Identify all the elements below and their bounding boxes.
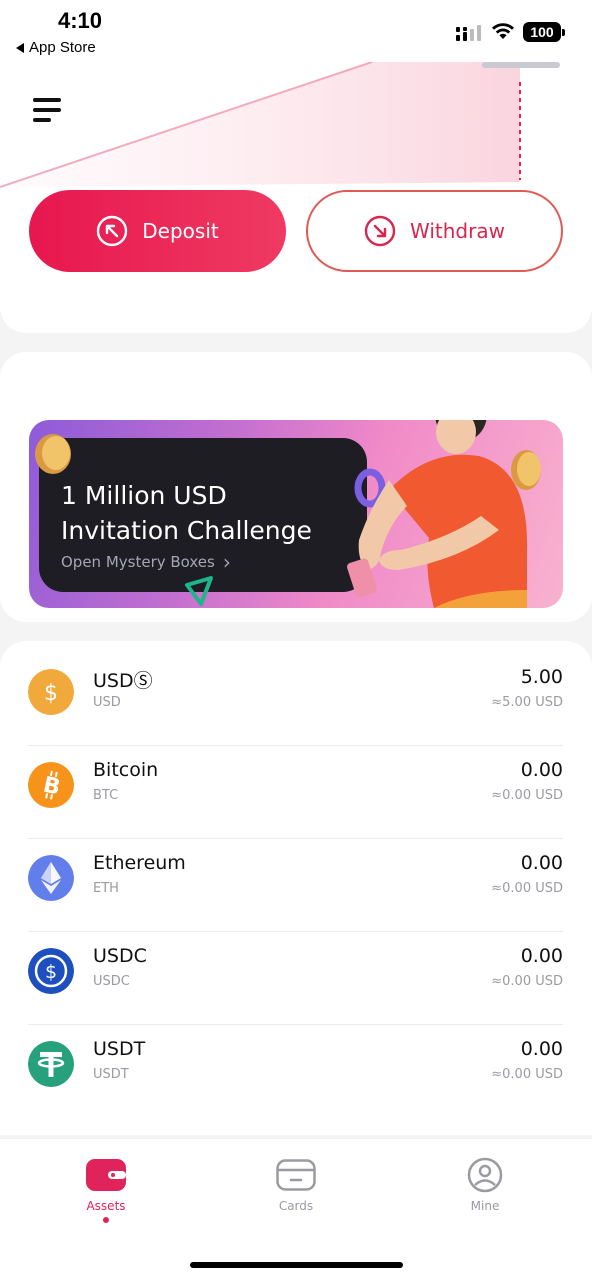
asset-row-usdt[interactable]: USDT USDT 0.00 ≈0.00 USD [28, 1025, 563, 1118]
asset-row-usd[interactable]: $ USDⓈ USD 5.00 ≈5.00 USD [28, 653, 563, 746]
deposit-label: Deposit [142, 219, 219, 243]
home-indicator[interactable] [190, 1262, 403, 1268]
promo-card: 1 Million USD Invitation Challenge Open … [0, 352, 592, 622]
asset-amount: 0.00 [520, 1038, 563, 1060]
asset-amount: 0.00 [520, 759, 563, 781]
tab-label: Mine [470, 1199, 500, 1213]
back-arrow-icon [16, 42, 24, 53]
deposit-button[interactable]: Deposit [29, 190, 286, 272]
bottom-tab-bar: Assets Cards Mine [0, 1138, 592, 1280]
withdraw-label: Withdraw [410, 219, 505, 243]
profile-icon [467, 1157, 503, 1193]
tab-mine[interactable]: Mine [425, 1157, 545, 1237]
promo-subtitle: Open Mystery Boxes [61, 553, 215, 571]
asset-usd-value: ≈0.00 USD [491, 1067, 563, 1082]
asset-name: USDT [93, 1038, 146, 1060]
battery-indicator: 100 [523, 22, 565, 42]
asset-row-usdc[interactable]: $ USDC USDC 0.00 ≈0.00 USD [28, 932, 563, 1025]
status-bar: 4:10 App Store 100 [0, 0, 592, 62]
asset-name: USDC [93, 945, 147, 967]
wallet-icon [86, 1159, 126, 1191]
asset-amount: 0.00 [520, 945, 563, 967]
invitation-banner[interactable]: 1 Million USD Invitation Challenge Open … [29, 420, 563, 608]
asset-ticker: ETH [93, 881, 119, 896]
assets-list: $ USDⓈ USD 5.00 ≈5.00 USD B Bitcoin BTC … [0, 641, 592, 1135]
asset-row-ethereum[interactable]: Ethereum ETH 0.00 ≈0.00 USD [28, 839, 563, 932]
cellular-signal-icon [456, 25, 481, 41]
svg-text:$: $ [44, 681, 58, 706]
withdraw-button[interactable]: Withdraw [306, 190, 563, 272]
asset-usd-value: ≈0.00 USD [491, 788, 563, 803]
usd-icon: $ [28, 669, 74, 715]
asset-ticker: USD [93, 695, 121, 710]
promo-title: 1 Million USD Invitation Challenge [61, 481, 312, 545]
chevron-right-icon: › [222, 550, 231, 574]
asset-amount: 0.00 [520, 852, 563, 874]
hamburger-menu-icon[interactable] [33, 98, 61, 124]
back-app-label: App Store [29, 39, 96, 56]
withdraw-arrow-icon [364, 215, 396, 247]
card-icon [276, 1159, 316, 1191]
usdc-icon: $ [28, 948, 74, 994]
tether-icon [28, 1041, 74, 1087]
wifi-icon [492, 23, 514, 39]
asset-name: Ethereum [93, 852, 186, 874]
active-indicator [103, 1217, 109, 1223]
deposit-arrow-icon [97, 215, 128, 247]
asset-usd-value: ≈0.00 USD [491, 881, 563, 896]
bitcoin-icon: B [28, 762, 74, 808]
asset-usd-value: ≈0.00 USD [491, 974, 563, 989]
balance-card: Deposit Withdraw [0, 62, 592, 333]
asset-amount: 5.00 [520, 666, 563, 688]
asset-name: Bitcoin [93, 759, 159, 781]
asset-ticker: USDC [93, 974, 130, 989]
open-mystery-boxes-link[interactable]: Open Mystery Boxes › [61, 550, 231, 574]
asset-ticker: USDT [93, 1067, 129, 1082]
back-to-app-store[interactable]: App Store [16, 39, 96, 56]
asset-ticker: BTC [93, 788, 119, 803]
asset-name: USDⓈ [93, 670, 153, 692]
ethereum-icon [28, 855, 74, 901]
asset-row-bitcoin[interactable]: B Bitcoin BTC 0.00 ≈0.00 USD [28, 746, 563, 839]
tab-assets[interactable]: Assets [46, 1157, 166, 1237]
status-time: 4:10 [58, 8, 103, 33]
decorative-beam [0, 62, 560, 188]
tab-label: Cards [278, 1199, 314, 1213]
tab-label: Assets [86, 1199, 126, 1213]
svg-text:$: $ [45, 961, 57, 983]
asset-usd-value: ≈5.00 USD [491, 695, 563, 710]
tab-cards[interactable]: Cards [236, 1157, 356, 1237]
